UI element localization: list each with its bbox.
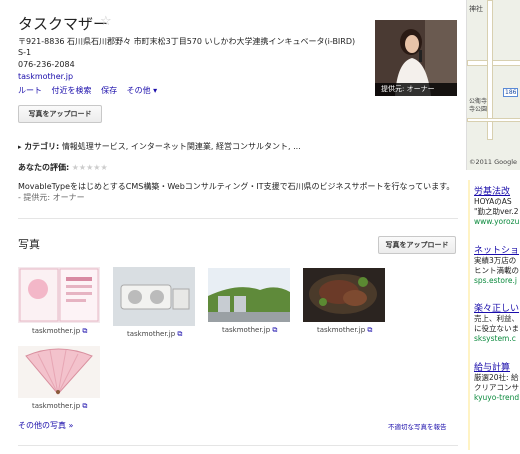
ad-column-border	[468, 180, 470, 450]
category-value: 情報処理サービス, インターネット関連業, 経営コンサルタント, ...	[61, 142, 301, 151]
route-badge: 186	[503, 88, 519, 97]
ad-item[interactable]: 楽々正しい 売上、利益、 に役立ないま sksystem.c	[474, 301, 520, 344]
photo-thumbnail[interactable]	[18, 267, 100, 323]
map-label-shrine: 神社	[469, 5, 483, 13]
upload-photo-button-2[interactable]: 写真をアップロード	[378, 236, 456, 254]
map-thumbnail[interactable]: 神社 186 公衛寺 寺公園 ©2011 Google	[466, 0, 520, 170]
external-link-icon: ⧉	[272, 326, 278, 334]
website-link[interactable]: taskmother.jp	[18, 72, 73, 81]
ad-item[interactable]: ネットショ 実績3万店の ヒント満載の sps.estore.j	[474, 243, 520, 286]
ad-url[interactable]: sksystem.c	[474, 334, 520, 344]
ad-headline[interactable]: ネットショ	[474, 243, 520, 256]
ad-headline[interactable]: 楽々正しい	[474, 301, 520, 314]
place-title: タスクマザー	[18, 15, 109, 33]
thumbnail-caption: taskmother.jp ⧉	[222, 326, 277, 335]
rating-row: あなたの評価: ★★★★★	[18, 162, 108, 173]
upload-photo-button[interactable]: 写真をアップロード	[18, 105, 102, 123]
ad-text: HOYAのAS	[474, 197, 512, 206]
ad-text: クリアコンサ	[474, 383, 519, 392]
external-link-icon: ⧉	[82, 402, 88, 410]
category-row: ▸ カテゴリ: 情報処理サービス, インターネット関連業, 経営コンサルタント,…	[18, 141, 301, 152]
ad-text: "勤之助ver.2	[474, 207, 519, 216]
ad-text: 実績3万店の	[474, 256, 517, 265]
ad-headline[interactable]: 労基法改	[474, 184, 520, 197]
ad-item[interactable]: 労基法改 HOYAのAS "勤之助ver.2 www.yorozu	[474, 184, 520, 227]
map-label-park: 寺公園	[469, 106, 488, 113]
category-label: カテゴリ:	[24, 142, 60, 151]
brochure-image	[19, 268, 99, 322]
ad-url[interactable]: www.yorozu	[474, 217, 520, 227]
food-image	[303, 268, 385, 322]
ad-item[interactable]: 給与計算 厳選20社: 給 クリアコンサ kyuyo-trend	[474, 360, 520, 403]
divider	[18, 445, 458, 446]
phone-number: 076-236-2084	[18, 60, 75, 69]
description: MovableTypeをはじめとするCMS構築・Webコンサルティング・IT支援…	[18, 181, 458, 203]
star-icon[interactable]: ☆	[100, 14, 112, 29]
photo-caption: 提供元: オーナー	[375, 83, 457, 96]
speaker-image	[113, 267, 195, 326]
description-source: - 提供元: オーナー	[18, 193, 85, 202]
landscape-image	[208, 268, 290, 322]
photos-heading: 写真	[18, 238, 40, 251]
search-nearby-link[interactable]: 付近を検索	[52, 86, 92, 95]
action-links: ルート 付近を検索 保存 その他 ▾	[18, 85, 164, 96]
owner-photo[interactable]: 提供元: オーナー	[375, 20, 457, 96]
rating-stars-icon[interactable]: ★★★★★	[72, 163, 108, 172]
save-link[interactable]: 保存	[101, 86, 117, 95]
ad-text: ヒント満載の	[474, 266, 519, 275]
thumbnail-caption: taskmother.jp ⧉	[127, 330, 182, 339]
report-photo-link[interactable]: 不適切な写真を報告	[388, 421, 447, 431]
thumbnail-caption: taskmother.jp ⧉	[317, 326, 372, 335]
thumbnail-caption: taskmother.jp ⧉	[32, 402, 87, 411]
map-copyright: ©2011 Google	[469, 158, 518, 166]
ad-text: に役立ないま	[474, 324, 519, 333]
ad-text: 厳選20社: 給	[474, 373, 519, 382]
thumbnail-caption-text[interactable]: taskmother.jp	[127, 330, 175, 338]
thumbnail-caption-text[interactable]: taskmother.jp	[222, 326, 270, 334]
thumbnail-caption-text[interactable]: taskmother.jp	[32, 402, 80, 410]
ad-headline[interactable]: 給与計算	[474, 360, 520, 373]
more-menu-link[interactable]: その他 ▾	[127, 86, 158, 95]
ad-url[interactable]: kyuyo-trend	[474, 393, 520, 403]
ad-text: 売上、利益、	[474, 314, 519, 323]
rating-label: あなたの評価:	[18, 163, 70, 172]
external-link-icon: ⧉	[177, 330, 183, 338]
divider	[18, 218, 458, 219]
thumbnail-caption-text[interactable]: taskmother.jp	[32, 327, 80, 335]
fan-image	[18, 346, 100, 398]
expand-arrow-icon[interactable]: ▸	[18, 143, 22, 151]
directions-link[interactable]: ルート	[18, 86, 42, 95]
more-photos-link[interactable]: その他の写真 »	[18, 420, 73, 431]
photo-thumbnail[interactable]	[303, 268, 385, 322]
ad-url[interactable]: sps.estore.j	[474, 276, 520, 286]
external-link-icon: ⧉	[82, 327, 88, 335]
description-text: MovableTypeをはじめとするCMS構築・Webコンサルティング・IT支援…	[18, 182, 455, 191]
external-link-icon: ⧉	[367, 326, 373, 334]
thumbnail-caption-text[interactable]: taskmother.jp	[317, 326, 365, 334]
address: 〒921-8836 石川県石川郡野々 市町末松3丁目570 いしかわ大学連携イン…	[18, 37, 356, 57]
thumbnail-caption: taskmother.jp ⧉	[32, 327, 87, 336]
photo-thumbnail[interactable]	[208, 268, 290, 322]
photo-thumbnail[interactable]	[113, 267, 195, 326]
photo-thumbnail[interactable]	[18, 346, 100, 398]
